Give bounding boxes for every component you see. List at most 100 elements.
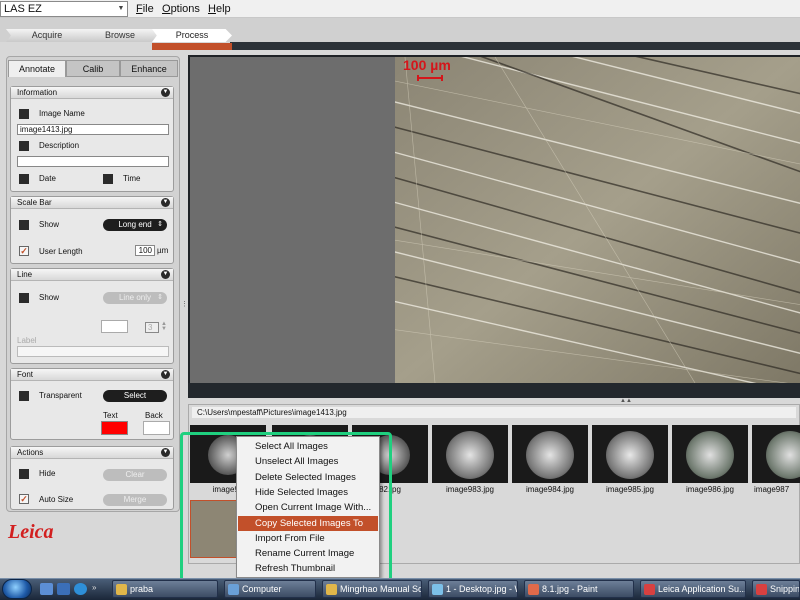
context-menu-item[interactable]: Delete Selected Images xyxy=(238,470,378,485)
taskbar-item-label: praba xyxy=(130,584,154,594)
leica-logo: Leica xyxy=(8,521,54,543)
collapse-icon[interactable]: ▼ xyxy=(161,88,170,97)
description-checkbox[interactable] xyxy=(19,141,29,151)
chevron-down-icon[interactable]: ▼ xyxy=(115,2,127,16)
step-process[interactable]: Process xyxy=(152,29,232,42)
show-desktop-icon[interactable] xyxy=(40,583,53,595)
time-label: Time xyxy=(123,174,141,183)
scalebar-show-label: Show xyxy=(39,220,60,229)
taskbar-item-computer[interactable]: Computer xyxy=(224,580,316,598)
tab-calib[interactable]: Calib xyxy=(66,60,120,77)
information-header[interactable]: Information ▼ xyxy=(11,87,173,99)
micrograph-svg xyxy=(395,57,800,383)
scalebar-style-value: Long end xyxy=(118,220,152,229)
thumbnail-caption: image983.jpg xyxy=(445,485,495,494)
clear-button[interactable]: Clear xyxy=(103,469,167,481)
auto-size-label: Auto Size xyxy=(39,495,74,504)
image-name-field[interactable]: image1413.jpg xyxy=(17,124,169,135)
collapse-icon[interactable]: ▼ xyxy=(161,448,170,457)
context-menu-item[interactable]: Rename Current Image xyxy=(238,546,378,561)
user-length-field[interactable]: 100 xyxy=(135,245,155,256)
font-title: Font xyxy=(17,370,34,379)
merge-button[interactable]: Merge xyxy=(103,494,167,506)
internet-explorer-icon[interactable] xyxy=(74,583,87,595)
time-checkbox[interactable] xyxy=(103,174,113,184)
quicklaunch-overflow-icon[interactable]: » xyxy=(92,583,96,592)
taskbar-app-icon xyxy=(432,584,443,595)
menu-file[interactable]: File xyxy=(136,2,154,16)
thumbnail[interactable]: image986.jpg xyxy=(672,425,748,497)
context-menu-item[interactable]: Open Current Image With... xyxy=(238,500,378,515)
line-show-checkbox[interactable] xyxy=(19,293,29,303)
thumbnail-image xyxy=(592,425,668,483)
thumbnail[interactable]: image983.jpg xyxy=(432,425,508,497)
scalebar-header[interactable]: Scale Bar ▼ xyxy=(11,197,173,209)
workflow-dark-strip xyxy=(230,42,800,50)
context-menu-item[interactable]: Copy Selected Images To xyxy=(238,515,378,531)
step-acquire[interactable]: Acquire xyxy=(6,29,88,42)
menu-options[interactable]: Options xyxy=(162,2,200,16)
start-button[interactable] xyxy=(2,579,32,599)
taskbar-item-paint[interactable]: 8.1.jpg - Paint xyxy=(524,580,634,598)
back-color-label: Back xyxy=(145,411,163,420)
scalebar-show-checkbox[interactable] xyxy=(19,220,29,230)
taskbar-item-leica[interactable]: Leica Application Su... xyxy=(640,580,746,598)
line-color-swatch[interactable] xyxy=(101,320,128,333)
image-name-label: Image Name xyxy=(39,109,85,118)
hide-label: Hide xyxy=(39,469,56,478)
line-style-select[interactable]: Line only ⇕ xyxy=(103,292,167,304)
context-menu-item[interactable]: Unselect All Images xyxy=(238,454,378,469)
taskbar-app-icon xyxy=(326,584,337,595)
updown-icon[interactable]: ▲ ▼ xyxy=(160,321,168,333)
user-length-unit: µm xyxy=(157,246,169,255)
splitter-handle[interactable]: ⋮ xyxy=(181,300,188,320)
taskbar-item-praba[interactable]: praba xyxy=(112,580,218,598)
user-length-checkbox[interactable]: ✓ xyxy=(19,246,29,256)
thumbnail[interactable]: image985.jpg xyxy=(592,425,668,497)
context-menu-item[interactable]: Hide Selected Images xyxy=(238,485,378,500)
description-field[interactable] xyxy=(17,156,169,167)
auto-size-checkbox[interactable]: ✓ xyxy=(19,494,29,504)
font-select-button[interactable]: Select xyxy=(103,390,167,402)
app-combo[interactable]: LAS EZ ▼ xyxy=(0,1,128,17)
thumbnail[interactable]: image987 xyxy=(752,425,800,497)
taskbar-item-snipping[interactable]: Snipping xyxy=(752,580,800,598)
viewer-empty-area xyxy=(190,57,395,383)
text-color-label: Text xyxy=(103,411,118,420)
scalebar-style-select[interactable]: Long end ⇕ xyxy=(103,219,167,231)
menu-help[interactable]: Help xyxy=(208,2,231,16)
collapse-icon[interactable]: ▼ xyxy=(161,198,170,207)
path-bar: C:\Users\mpestaff\Pictures\image1413.jpg xyxy=(192,407,796,418)
hide-checkbox[interactable] xyxy=(19,469,29,479)
micrograph-image[interactable]: 100 µm xyxy=(395,57,800,383)
thumbnail-caption: image986.jpg xyxy=(685,485,735,494)
taskbar-item-label: Leica Application Su... xyxy=(658,584,746,594)
date-label: Date xyxy=(39,174,56,183)
taskbar-item-desktop-viewer[interactable]: 1 - Desktop.jpg - Wi... xyxy=(428,580,518,598)
back-color-swatch[interactable] xyxy=(143,421,170,435)
collapse-icon[interactable]: ▼ xyxy=(161,370,170,379)
tab-annotate[interactable]: Annotate xyxy=(8,60,66,77)
font-header[interactable]: Font ▼ xyxy=(11,369,173,381)
tab-enhance[interactable]: Enhance xyxy=(120,60,178,77)
thumbnail-image xyxy=(432,425,508,483)
line-section: Line ▼ Show Line only ⇕ 3 ▲ ▼ Label xyxy=(10,268,174,364)
collapse-icon[interactable]: ▼ xyxy=(161,270,170,279)
step-browse[interactable]: Browse xyxy=(80,29,160,42)
actions-header[interactable]: Actions ▼ xyxy=(11,447,173,459)
taskbar-item-label: Snipping xyxy=(770,584,800,594)
context-menu-item[interactable]: Select All Images xyxy=(238,439,378,454)
taskbar-app-icon xyxy=(528,584,539,595)
text-color-swatch[interactable] xyxy=(101,421,128,435)
line-width-field[interactable]: 3 xyxy=(145,322,159,333)
thumbnail[interactable]: image984.jpg xyxy=(512,425,588,497)
context-menu-item[interactable]: Refresh Thumbnail xyxy=(238,561,378,576)
window-switcher-icon[interactable] xyxy=(57,583,70,595)
taskbar-item-manual[interactable]: Mingrhao Manual Sc... xyxy=(322,580,422,598)
line-label-field[interactable] xyxy=(17,346,169,357)
date-checkbox[interactable] xyxy=(19,174,29,184)
line-header[interactable]: Line ▼ xyxy=(11,269,173,281)
context-menu-item[interactable]: Import From File xyxy=(238,531,378,546)
image-name-checkbox[interactable] xyxy=(19,109,29,119)
transparent-checkbox[interactable] xyxy=(19,391,29,401)
